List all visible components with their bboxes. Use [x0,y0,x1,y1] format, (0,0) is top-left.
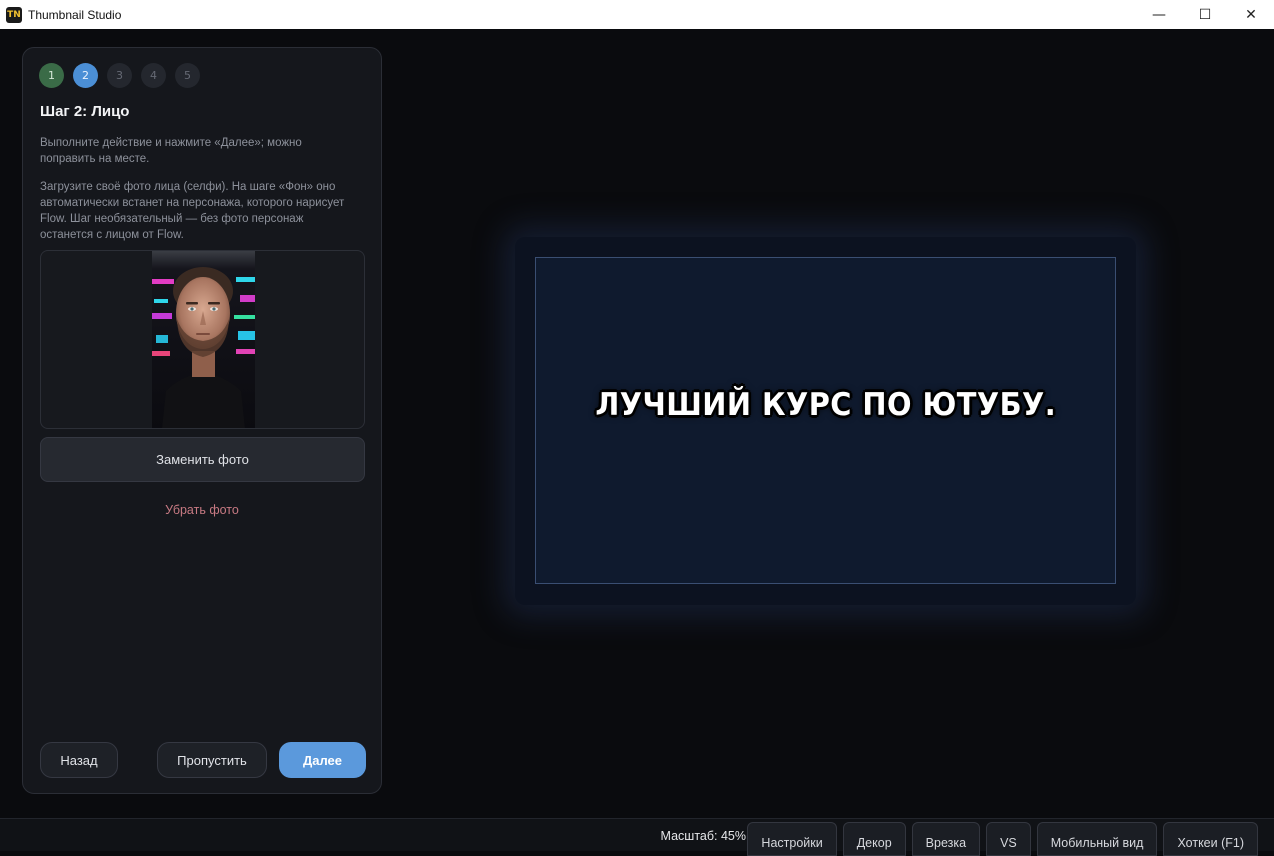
step-5-badge[interactable]: 5 [175,63,200,88]
app-logo-icon: TN [6,6,22,23]
step-hint: Выполните действие и нажмите «Далее»; мо… [40,137,302,165]
replace-photo-button[interactable]: Заменить фото [40,437,365,482]
minimize-button[interactable]: — [1136,0,1182,29]
back-button[interactable]: Назад [40,742,118,778]
main-area: 1 2 3 4 5 Шаг 2: Лицо Выполните действие… [0,29,1274,818]
face-photo-preview [40,250,365,429]
step-title: Шаг 2: Лицо [40,103,130,120]
status-bar: Масштаб: 45% Настройки Декор Врезка VS М… [0,818,1274,856]
thumbnail-headline[interactable]: ЛУЧШИЙ КУРС ПО ЮТУБУ. [595,387,1056,423]
thumbnail-canvas[interactable]: ЛУЧШИЙ КУРС ПО ЮТУБУ. [535,257,1116,584]
step-1-badge[interactable]: 1 [39,63,64,88]
step-indicator: 1 2 3 4 5 [39,63,200,88]
step-3-badge[interactable]: 3 [107,63,132,88]
next-button[interactable]: Далее [279,742,366,778]
zoom-level: Масштаб: 45% [660,829,746,843]
maximize-button[interactable]: ☐ [1182,0,1228,29]
step-2-badge[interactable]: 2 [73,63,98,88]
window-title: Thumbnail Studio [28,7,122,22]
close-button[interactable]: ✕ [1228,0,1274,29]
selfie-photo [152,251,255,428]
step-4-badge[interactable]: 4 [141,63,166,88]
step-description: Загрузите своё фото лица (селфи). На шаг… [40,181,345,241]
remove-photo-link[interactable]: Убрать фото [23,503,381,517]
title-bar: TN Thumbnail Studio — ☐ ✕ [0,0,1274,29]
skip-button[interactable]: Пропустить [157,742,267,778]
window-controls: — ☐ ✕ [1136,0,1274,29]
selfie-photo-image [152,251,255,428]
wizard-panel: 1 2 3 4 5 Шаг 2: Лицо Выполните действие… [22,47,382,794]
